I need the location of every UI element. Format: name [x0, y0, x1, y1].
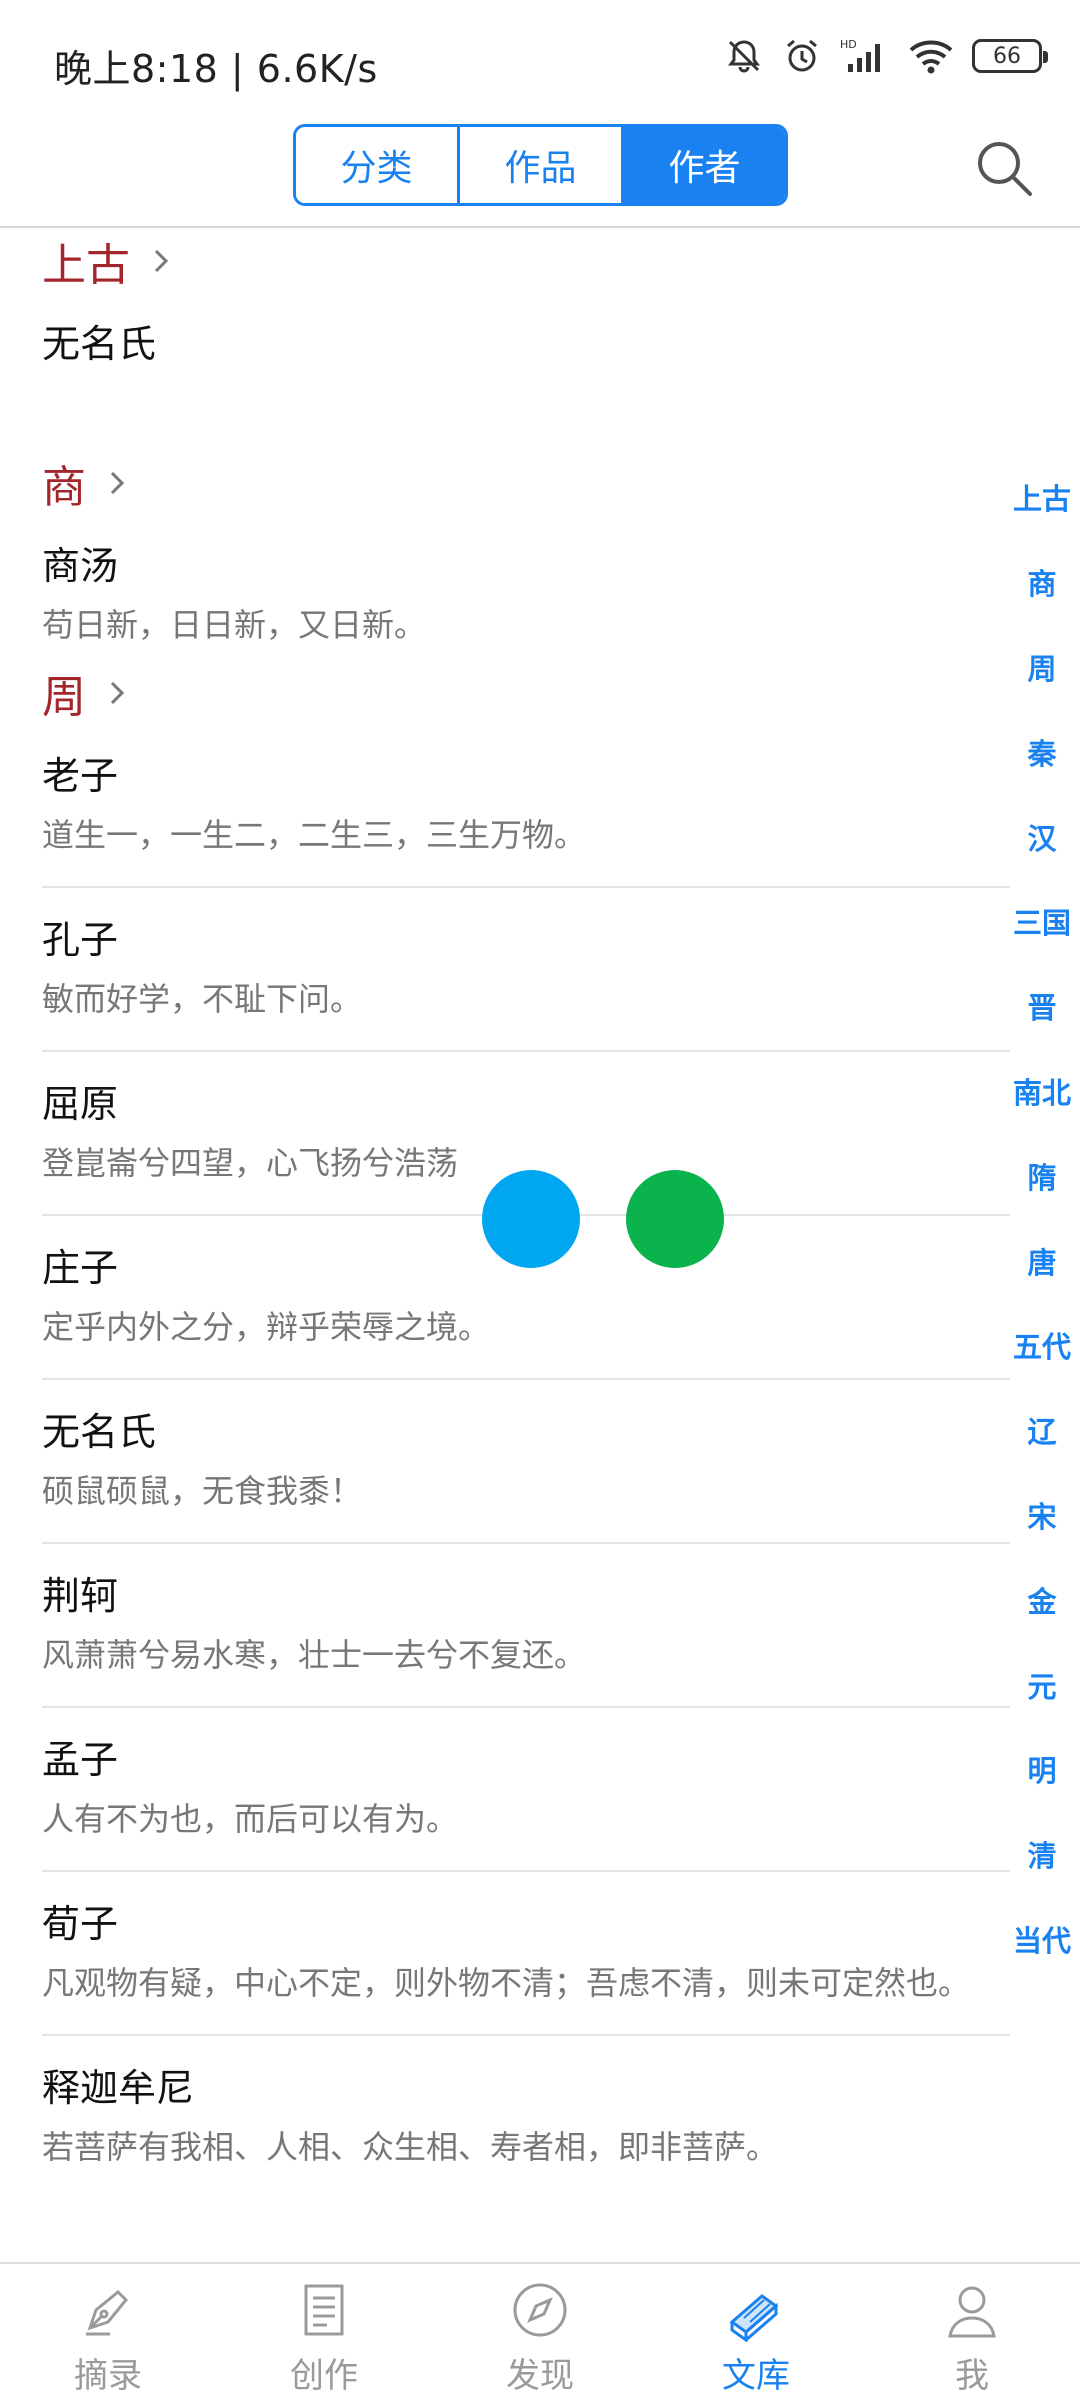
- books-icon: [729, 2294, 779, 2342]
- alarm-icon: [787, 39, 817, 72]
- index-item[interactable]: 当代: [1004, 1897, 1080, 1982]
- nav-label: 发现: [506, 2356, 574, 2396]
- section-title: 商: [42, 462, 86, 513]
- section-header[interactable]: 上古: [0, 230, 1010, 292]
- index-item[interactable]: 元: [1004, 1642, 1080, 1727]
- chevron-right-icon: [154, 249, 169, 273]
- document-icon: [304, 2284, 344, 2336]
- author-name: 无名氏: [42, 322, 157, 366]
- floating-blue-dot[interactable]: [482, 1170, 580, 1268]
- index-item[interactable]: 隋: [1004, 1133, 1080, 1218]
- index-item[interactable]: 三国: [1004, 879, 1080, 964]
- svg-text:HD: HD: [840, 38, 857, 51]
- author-quote: 若菩萨有我相、人相、众生相、寿者相，即非菩萨。: [42, 2128, 779, 2166]
- nav-library[interactable]: 文库: [648, 2264, 864, 2400]
- section-title: 上古: [42, 240, 130, 291]
- section-header[interactable]: 商: [0, 452, 1010, 514]
- index-item[interactable]: 南北: [1004, 1049, 1080, 1134]
- tab-authors[interactable]: 作者: [624, 127, 785, 203]
- user-icon: [948, 2286, 996, 2338]
- author-name: 老子: [42, 754, 119, 798]
- section-shang: 商 商汤 苟日新，日日新，又日新。: [0, 452, 1010, 662]
- index-item[interactable]: 汉: [1004, 794, 1080, 879]
- author-quote: 风萧萧兮易水寒，壮士一去兮不复还。: [42, 1636, 587, 1674]
- compass-icon: [513, 2283, 567, 2337]
- index-item[interactable]: 上古: [1004, 455, 1080, 540]
- author-row[interactable]: 老子 道生一，一生二，二生三，三生万物。: [42, 724, 1010, 888]
- author-row[interactable]: 商汤 苟日新，日日新，又日新。: [42, 514, 1010, 662]
- segmented-control: 分类 作品 作者: [293, 124, 788, 206]
- author-name: 荀子: [42, 1902, 119, 1946]
- index-item[interactable]: 宋: [1004, 1473, 1080, 1558]
- nav-label: 摘录: [74, 2356, 142, 2396]
- index-item[interactable]: 辽: [1004, 1388, 1080, 1473]
- author-quote: 敏而好学，不耻下问。: [42, 980, 363, 1018]
- section-header[interactable]: 周: [0, 662, 1010, 724]
- nav-create[interactable]: 创作: [216, 2264, 432, 2400]
- search-icon[interactable]: [972, 136, 1036, 200]
- author-name: 无名氏: [42, 1410, 157, 1454]
- author-quote: 道生一，一生二，二生三，三生万物。: [42, 816, 587, 854]
- chevron-right-icon: [110, 471, 125, 495]
- wifi-icon: [909, 40, 953, 74]
- author-name: 孔子: [42, 918, 119, 962]
- author-name: 孟子: [42, 1738, 119, 1782]
- status-icons: HD 66: [724, 36, 1048, 76]
- index-item[interactable]: 唐: [1004, 1218, 1080, 1303]
- author-name: 释迦牟尼: [42, 2066, 195, 2110]
- hd-signal-icon: HD: [840, 38, 880, 72]
- nav-label: 文库: [722, 2356, 790, 2396]
- author-quote: 人有不为也，而后可以有为。: [42, 1800, 459, 1838]
- nav-excerpts[interactable]: 摘录: [0, 2264, 216, 2400]
- nav-discover[interactable]: 发现: [432, 2264, 648, 2400]
- top-bar: 分类 作品 作者: [0, 122, 1080, 228]
- author-quote: 凡观物有疑，中心不定，则外物不清；吾虑不清，则未可定然也。: [42, 1964, 971, 2002]
- floating-green-dot[interactable]: [626, 1170, 724, 1268]
- index-item[interactable]: 周: [1004, 625, 1080, 710]
- author-name: 屈原: [42, 1082, 119, 1126]
- author-name: 商汤: [42, 544, 119, 588]
- index-item[interactable]: 秦: [1004, 709, 1080, 794]
- index-item[interactable]: 金: [1004, 1557, 1080, 1642]
- battery-level: 66: [993, 43, 1021, 69]
- battery-icon: 66: [972, 39, 1048, 73]
- nav-me[interactable]: 我: [864, 2264, 1080, 2400]
- author-row[interactable]: 荆轲 风萧萧兮易水寒，壮士一去兮不复还。: [42, 1544, 1010, 1708]
- pen-nib-icon: [86, 2289, 129, 2336]
- author-row[interactable]: 无名氏: [42, 292, 1010, 452]
- tab-works[interactable]: 作品: [460, 127, 624, 203]
- mute-bell-icon: [728, 40, 760, 73]
- index-item[interactable]: 清: [1004, 1812, 1080, 1897]
- section-title: 周: [42, 672, 86, 723]
- index-item[interactable]: 明: [1004, 1727, 1080, 1812]
- author-row[interactable]: 孟子 人有不为也，而后可以有为。: [42, 1708, 1010, 1872]
- author-quote: 苟日新，日日新，又日新。: [42, 606, 427, 644]
- section-zhou: 周 老子 道生一，一生二，二生三，三生万物。 孔子 敏而好学，不耻下问。 屈原 …: [0, 662, 1010, 2198]
- author-row[interactable]: 孔子 敏而好学，不耻下问。: [42, 888, 1010, 1052]
- index-item[interactable]: 晋: [1004, 964, 1080, 1049]
- author-row[interactable]: 无名氏 硕鼠硕鼠，无食我黍！: [42, 1380, 1010, 1544]
- nav-label: 创作: [290, 2356, 358, 2396]
- author-quote: 定乎内外之分，辩乎荣辱之境。: [42, 1308, 491, 1346]
- dynasty-index: 上古 商 周 秦 汉 三国 晋 南北 隋 唐 五代 辽 宋 金 元 明 清 当代: [1004, 455, 1080, 1981]
- section-shanggu: 上古 无名氏: [0, 230, 1010, 452]
- status-time-speed: 晚上8:18 | 6.6K/s: [54, 47, 378, 91]
- status-bar: 晚上8:18 | 6.6K/s HD 66: [0, 0, 1080, 122]
- author-row[interactable]: 释迦牟尼 若菩萨有我相、人相、众生相、寿者相，即非菩萨。: [42, 2036, 1010, 2198]
- nav-label: 我: [955, 2356, 989, 2396]
- index-item[interactable]: 商: [1004, 540, 1080, 625]
- tab-category[interactable]: 分类: [296, 127, 460, 203]
- index-item[interactable]: 五代: [1004, 1303, 1080, 1388]
- app-root: 晚上8:18 | 6.6K/s HD 66 分类 作品 作者 上古 无名氏 商 …: [0, 0, 1080, 2400]
- chevron-right-icon: [110, 681, 125, 705]
- bottom-nav: 摘录 创作 发现 文库 我: [0, 2262, 1080, 2400]
- author-name: 荆轲: [42, 1574, 119, 1618]
- author-quote: 硕鼠硕鼠，无食我黍！: [42, 1472, 363, 1510]
- author-row[interactable]: 荀子 凡观物有疑，中心不定，则外物不清；吾虑不清，则未可定然也。: [42, 1872, 1010, 2036]
